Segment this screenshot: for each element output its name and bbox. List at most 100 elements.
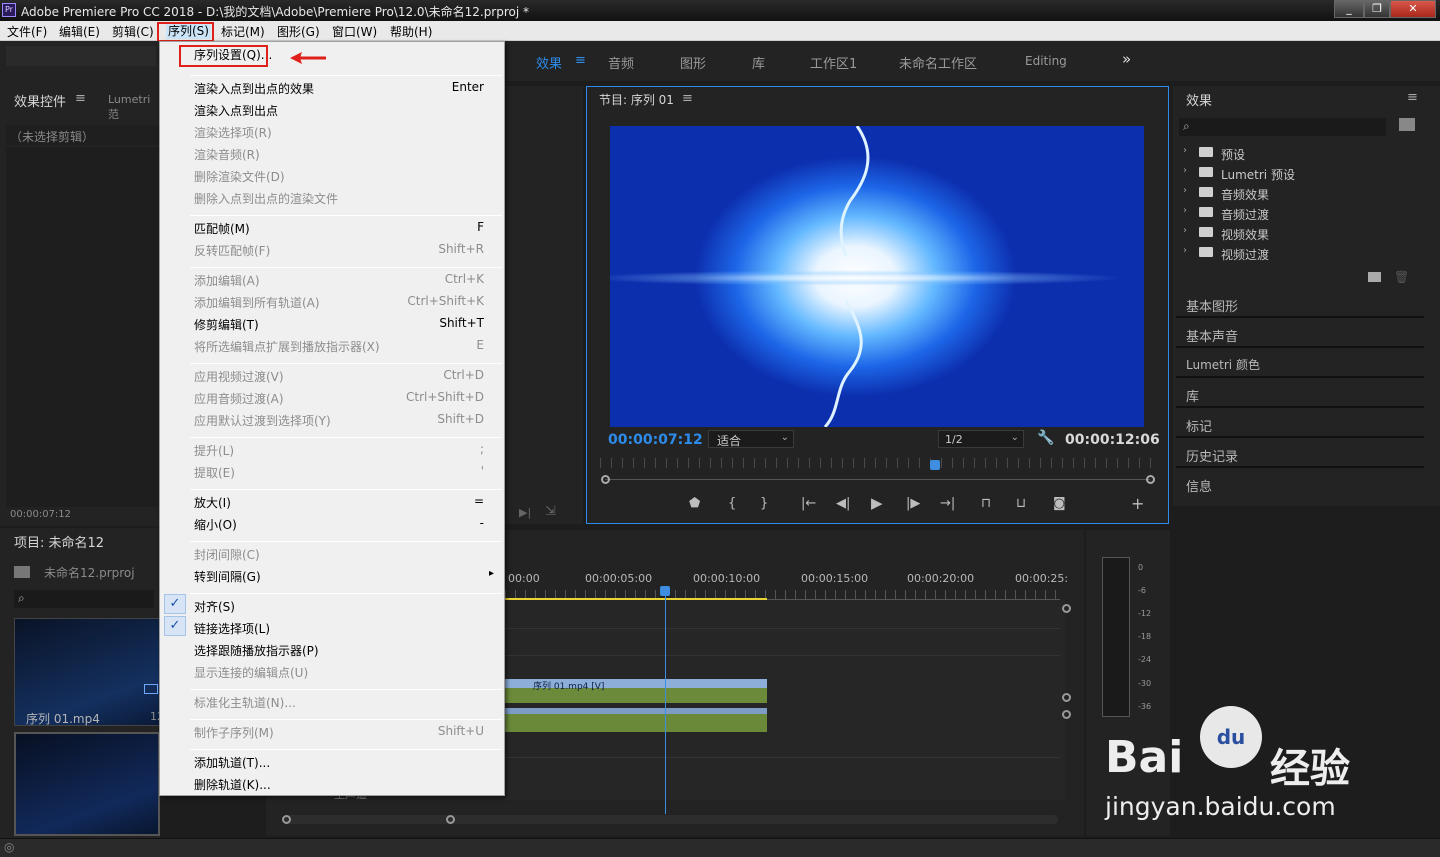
menu-graphics[interactable]: 图形(G) — [277, 23, 320, 40]
menu-item[interactable]: 提升(L) — [194, 442, 234, 462]
mark-in-icon[interactable]: { — [728, 496, 736, 511]
lift-icon[interactable]: ⊓ — [981, 496, 991, 511]
ws-graphics[interactable]: 图形 — [680, 53, 706, 72]
insert-icon[interactable]: ⇲ — [545, 504, 556, 519]
section-libraries[interactable]: 库 — [1176, 380, 1424, 408]
program-title[interactable]: 节目: 序列 01 — [599, 91, 674, 108]
current-timecode[interactable]: 00:00:07:12 — [608, 432, 703, 448]
menu-window[interactable]: 窗口(W) — [332, 23, 377, 40]
add-button-icon[interactable]: + — [1131, 494, 1144, 513]
effects-tree-item[interactable]: › 预设 — [1183, 143, 1421, 163]
effects-title[interactable]: 效果 — [1186, 90, 1212, 109]
tab-lumetri-scopes[interactable]: Lumetri 范 — [108, 93, 160, 122]
menu-item[interactable]: 渲染选择项(R) — [194, 124, 272, 144]
play-icon[interactable]: ▶ — [871, 494, 883, 512]
ws-libraries[interactable]: 库 — [752, 53, 765, 72]
step-back-icon[interactable]: ◀| — [836, 496, 850, 511]
extract-icon[interactable]: ⊔ — [1016, 496, 1026, 511]
effects-tree-item[interactable]: › 视频效果 — [1183, 223, 1421, 243]
scrubber-start-handle[interactable] — [601, 475, 610, 484]
ws-effects[interactable]: 效果 — [536, 53, 562, 72]
menu-item[interactable]: 提取(E) — [194, 464, 235, 484]
resolution-dropdown[interactable]: 1/2 ⌄ — [938, 430, 1024, 448]
menu-item[interactable]: 转到间隔(G) — [194, 568, 261, 588]
more-workspaces-icon[interactable]: » — [1122, 50, 1131, 68]
ws-audio[interactable]: 音频 — [608, 53, 634, 72]
monitor-playhead[interactable] — [930, 460, 940, 470]
menu-clip[interactable]: 剪辑(C) — [112, 23, 154, 40]
menu-item[interactable]: 删除轨道(K)... — [194, 776, 271, 796]
fit-dropdown[interactable]: 适合 ⌄ — [708, 430, 794, 448]
audio-clip[interactable] — [505, 708, 767, 732]
menu-file[interactable]: 文件(F) — [7, 23, 47, 40]
tab-effect-controls[interactable]: 效果控件 — [14, 91, 66, 110]
menu-item[interactable]: 制作子序列(M) — [194, 724, 274, 744]
menu-help[interactable]: 帮助(H) — [390, 23, 432, 40]
tab-menu-icon[interactable]: ≡ — [75, 91, 86, 106]
export-frame-icon[interactable]: ▶| — [519, 506, 531, 519]
section-essential-graphics[interactable]: 基本图形 — [1176, 290, 1424, 318]
go-to-out-icon[interactable]: →| — [940, 496, 955, 511]
section-history[interactable]: 历史记录 — [1176, 440, 1424, 468]
scroll-handle[interactable] — [446, 815, 455, 824]
section-lumetri-color[interactable]: Lumetri 颜色 — [1176, 350, 1424, 378]
project-title[interactable]: 项目: 未命名12 — [14, 532, 104, 551]
timeline-scrollbar[interactable] — [283, 815, 1058, 824]
new-bin-icon[interactable] — [1399, 118, 1415, 131]
panel-menu-icon[interactable]: ≡ — [682, 91, 693, 106]
scroll-handle[interactable] — [282, 815, 291, 824]
zoom-handle[interactable] — [1062, 604, 1071, 613]
minimize-icon[interactable]: _ — [1334, 0, 1364, 18]
menu-item[interactable]: 添加编辑到所有轨道(A) — [194, 294, 320, 314]
menu-item[interactable]: 应用默认过渡到选择项(Y) — [194, 412, 331, 432]
menu-item[interactable]: 删除渲染文件(D) — [194, 168, 285, 188]
monitor-scrubber[interactable] — [605, 479, 1150, 480]
zoom-handle[interactable] — [1062, 710, 1071, 719]
trash-icon[interactable]: 🗑 — [1394, 270, 1409, 284]
mark-out-icon[interactable]: } — [760, 496, 768, 511]
project-search-input[interactable]: ⌕ — [14, 590, 154, 608]
menu-marker[interactable]: 标记(M) — [221, 23, 265, 40]
menu-item[interactable]: 标准化主轨道(N)... — [194, 694, 296, 714]
menu-item[interactable]: 添加轨道(T)... — [194, 754, 270, 774]
ws-menu-icon[interactable]: ≡ — [575, 53, 586, 68]
scrubber-end-handle[interactable] — [1146, 475, 1155, 484]
monitor-ruler[interactable] — [600, 458, 1155, 468]
ws-workspace1[interactable]: 工作区1 — [810, 53, 857, 72]
effects-tree-item[interactable]: › Lumetri 预设 — [1183, 163, 1421, 183]
menu-item[interactable]: 添加编辑(A) — [194, 272, 260, 292]
menu-item[interactable]: 封闭间隙(C) — [194, 546, 260, 566]
section-info[interactable]: 信息 — [1176, 470, 1424, 498]
menu-item[interactable]: 修剪编辑(T) — [194, 316, 259, 336]
menu-item[interactable]: 匹配帧(M) — [194, 220, 250, 240]
menu-item[interactable]: 缩小(O) — [194, 516, 237, 536]
work-area-bar[interactable] — [505, 598, 767, 600]
effects-search-input[interactable]: ⌕ — [1179, 118, 1386, 136]
effects-tree-item[interactable]: › 视频过渡 — [1183, 243, 1421, 263]
effects-tree-item[interactable]: › 音频效果 — [1183, 183, 1421, 203]
menu-item[interactable]: 选择跟随播放指示器(P) — [194, 642, 319, 662]
menu-item[interactable]: 应用视频过渡(V) — [194, 368, 284, 388]
menu-item[interactable]: 对齐(S) — [194, 598, 235, 618]
ws-untitled[interactable]: 未命名工作区 — [899, 53, 977, 72]
new-folder-icon[interactable] — [1368, 272, 1381, 282]
section-markers[interactable]: 标记 — [1176, 410, 1424, 438]
playhead-line[interactable] — [665, 588, 666, 814]
menu-item[interactable]: 反转匹配帧(F) — [194, 242, 270, 262]
effects-tree-item[interactable]: › 音频过渡 — [1183, 203, 1421, 223]
restore-icon[interactable]: ❐ — [1364, 0, 1390, 18]
ws-editing[interactable]: Editing — [1025, 54, 1067, 68]
playhead-handle[interactable] — [660, 586, 670, 596]
menu-item[interactable]: 渲染入点到出点的效果 — [194, 80, 314, 100]
menu-item[interactable]: 渲染入点到出点 — [194, 102, 278, 122]
menu-item[interactable]: 将所选编辑点扩展到播放指示器(X) — [194, 338, 380, 358]
section-essential-sound[interactable]: 基本声音 — [1176, 320, 1424, 348]
menu-item[interactable]: 放大(I) — [194, 494, 231, 514]
sequence-thumbnail[interactable] — [14, 732, 160, 836]
wrench-icon[interactable]: 🔧 — [1037, 430, 1054, 446]
zoom-handle[interactable] — [1062, 693, 1071, 702]
close-icon[interactable]: ✕ — [1390, 0, 1436, 18]
menu-item[interactable]: 应用音频过渡(A) — [194, 390, 284, 410]
menu-item[interactable]: 渲染音频(R) — [194, 146, 260, 166]
menu-item[interactable]: 删除入点到出点的渲染文件 — [194, 190, 338, 210]
